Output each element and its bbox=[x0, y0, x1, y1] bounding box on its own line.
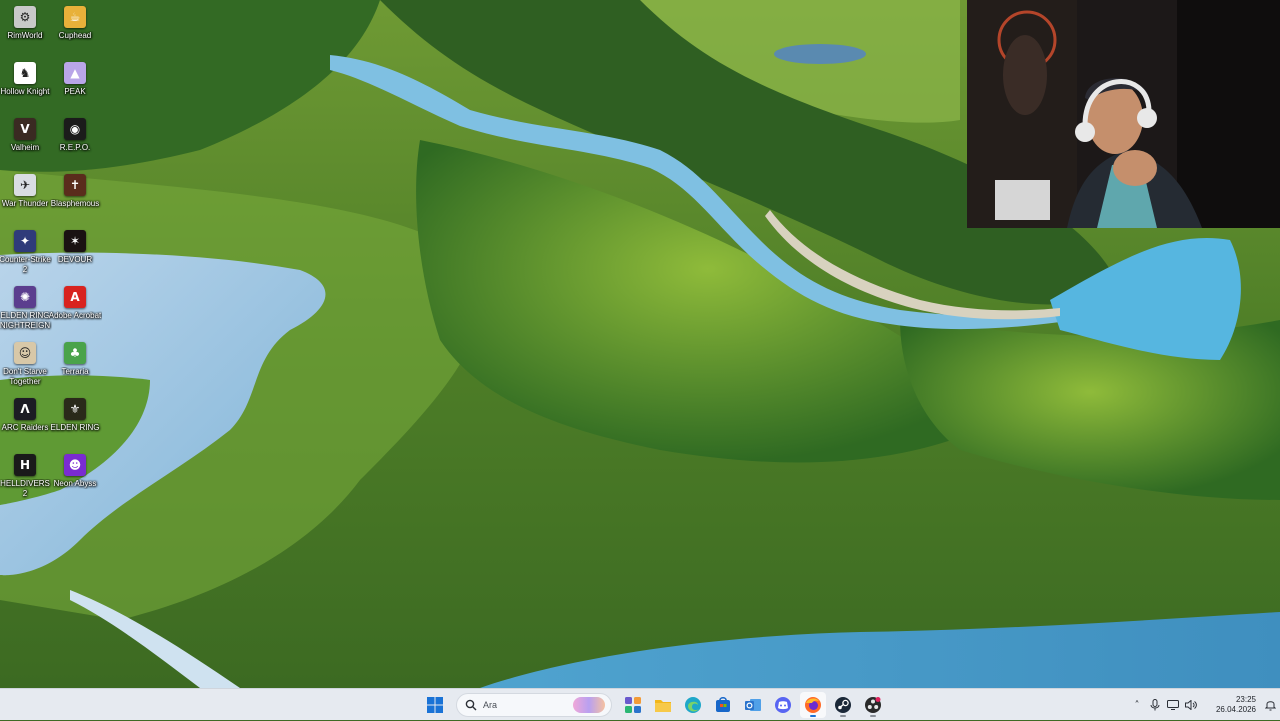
arc-raiders-icon: Λ bbox=[14, 398, 36, 420]
obs-button[interactable] bbox=[860, 692, 886, 718]
widgets-button[interactable] bbox=[620, 692, 646, 718]
desktop-shortcut-label: ARC Raiders bbox=[1, 423, 49, 432]
desktop-shortcut[interactable]: ✺ ELDEN RING NIGHTREIGN bbox=[0, 282, 50, 338]
elden-ring-icon: ⚜ bbox=[64, 398, 86, 420]
desktop-shortcut[interactable]: ☻ Neon Abyss bbox=[50, 450, 100, 506]
network-icon[interactable] bbox=[1164, 694, 1182, 716]
desktop-shortcut[interactable]: A Adobe Acrobat bbox=[48, 282, 102, 338]
neon-abyss-icon: ☻ bbox=[64, 454, 86, 476]
desktop-shortcut-label: HELLDIVERS 2 bbox=[0, 479, 50, 498]
desktop-shortcut-label: Blasphemous bbox=[50, 199, 100, 208]
running-indicator bbox=[840, 715, 846, 717]
desktop-shortcut[interactable]: ☕ Cuphead bbox=[50, 2, 100, 58]
desktop-shortcut[interactable]: ✦ Counter-Strike 2 bbox=[0, 226, 51, 282]
discord-button[interactable] bbox=[770, 692, 796, 718]
desktop-shortcut[interactable]: Λ ARC Raiders bbox=[0, 394, 50, 450]
outlook-button[interactable] bbox=[740, 692, 766, 718]
cuphead-icon: ☕ bbox=[64, 6, 86, 28]
clock-time: 23:25 bbox=[1235, 695, 1256, 704]
steam-icon bbox=[835, 697, 851, 713]
desktop-shortcut-label: Adobe Acrobat bbox=[48, 311, 102, 320]
search-icon bbox=[465, 699, 477, 711]
desktop-shortcut[interactable]: ♣ Terraria bbox=[50, 338, 100, 394]
hollow-knight-icon: ♞ bbox=[14, 62, 36, 84]
desktop-shortcut[interactable]: H HELLDIVERS 2 bbox=[0, 450, 50, 506]
microphone-icon[interactable] bbox=[1146, 694, 1164, 716]
firefox-button[interactable] bbox=[800, 692, 826, 718]
edge-button[interactable] bbox=[680, 692, 706, 718]
taskbar: Ara ˄ 23:25 26.04.2026 bbox=[0, 688, 1280, 720]
desktop-shortcut[interactable]: ✶ DEVOUR bbox=[50, 226, 100, 282]
start-button[interactable] bbox=[422, 692, 448, 718]
desktop-shortcut-label: Hollow Knight bbox=[0, 87, 50, 96]
desktop-shortcut-label: DEVOUR bbox=[57, 255, 93, 264]
desktop-shortcut[interactable]: ☺ Don't Starve Together bbox=[0, 338, 50, 394]
streamer-webcam-image bbox=[967, 0, 1280, 228]
file-explorer-button[interactable] bbox=[650, 692, 676, 718]
desktop-shortcut[interactable]: ♞ Hollow Knight bbox=[0, 58, 50, 114]
peak-icon: ▲ bbox=[64, 62, 86, 84]
repo-icon: ◉ bbox=[64, 118, 86, 140]
desktop-shortcut[interactable]: ▲ PEAK bbox=[50, 58, 100, 114]
running-indicator bbox=[870, 715, 876, 717]
outlook-icon bbox=[745, 699, 761, 711]
store-icon bbox=[716, 697, 730, 712]
active-window-indicator bbox=[810, 715, 816, 717]
desktop-shortcut[interactable]: ✝ Blasphemous bbox=[50, 170, 100, 226]
terraria-icon: ♣ bbox=[64, 342, 86, 364]
counter-strike-icon: ✦ bbox=[14, 230, 36, 252]
desktop-shortcut-label: Counter-Strike 2 bbox=[0, 255, 51, 274]
devour-icon: ✶ bbox=[64, 230, 86, 252]
steam-button[interactable] bbox=[830, 692, 856, 718]
folder-icon bbox=[655, 700, 671, 712]
search-placeholder: Ara bbox=[483, 700, 498, 710]
desktop-shortcut-label: ELDEN RING bbox=[50, 423, 100, 432]
desktop-shortcut-label: RimWorld bbox=[7, 31, 43, 40]
adobe-acrobat-icon: A bbox=[64, 286, 86, 308]
desktop-shortcut-label: Cuphead bbox=[58, 31, 92, 40]
desktop-shortcut-label: War Thunder bbox=[1, 199, 49, 208]
desktop-shortcut-label: ELDEN RING NIGHTREIGN bbox=[0, 311, 51, 330]
edge-icon bbox=[685, 697, 701, 713]
search-highlight-icon bbox=[573, 697, 605, 713]
webcam-overlay bbox=[967, 0, 1280, 228]
rimworld-icon: ⚙ bbox=[14, 6, 36, 28]
desktop-shortcut-label: Don't Starve Together bbox=[3, 367, 47, 386]
desktop-shortcut[interactable]: ✈ War Thunder bbox=[0, 170, 50, 226]
desktop-shortcut[interactable]: ⚙ RimWorld bbox=[0, 2, 50, 58]
obs-icon bbox=[865, 697, 881, 713]
desktop-icons-area: ⚙ RimWorld ☕ Cuphead ♞ Hollow Knight ▲ PEAK V Val… bbox=[0, 0, 104, 688]
desktop-shortcut[interactable]: ⚜ ELDEN RING bbox=[50, 394, 100, 450]
desktop-shortcut-label: Valheim bbox=[10, 143, 40, 152]
clock-date: 26.04.2026 bbox=[1215, 705, 1256, 714]
system-tray: ˄ 23:25 26.04.2026 bbox=[1128, 689, 1280, 721]
dont-starve-icon: ☺ bbox=[14, 342, 36, 364]
desktop-shortcut[interactable]: ◉ R.E.P.O. bbox=[50, 114, 100, 170]
store-button[interactable] bbox=[710, 692, 736, 718]
desktop-shortcut-label: Neon Abyss bbox=[53, 479, 97, 488]
notification-bell-icon[interactable] bbox=[1260, 694, 1280, 716]
valheim-icon: V bbox=[14, 118, 36, 140]
desktop-shortcut[interactable]: V Valheim bbox=[0, 114, 50, 170]
volume-icon[interactable] bbox=[1182, 694, 1200, 716]
search-box[interactable]: Ara bbox=[456, 693, 612, 717]
blasphemous-icon: ✝ bbox=[64, 174, 86, 196]
desktop-shortcut-label: PEAK bbox=[64, 87, 86, 96]
taskbar-apps: Ara bbox=[422, 689, 886, 721]
war-thunder-icon: ✈ bbox=[14, 174, 36, 196]
widgets-icon bbox=[625, 697, 641, 713]
helldivers-icon: H bbox=[14, 454, 36, 476]
firefox-icon bbox=[805, 697, 821, 713]
chevron-up-icon[interactable]: ˄ bbox=[1128, 694, 1146, 716]
desktop-shortcut-label: R.E.P.O. bbox=[59, 143, 91, 152]
nightreign-icon: ✺ bbox=[14, 286, 36, 308]
desktop-shortcut-label: Terraria bbox=[61, 367, 89, 376]
discord-icon bbox=[775, 697, 791, 713]
windows-logo-icon bbox=[427, 697, 443, 713]
clock[interactable]: 23:25 26.04.2026 bbox=[1200, 695, 1260, 715]
